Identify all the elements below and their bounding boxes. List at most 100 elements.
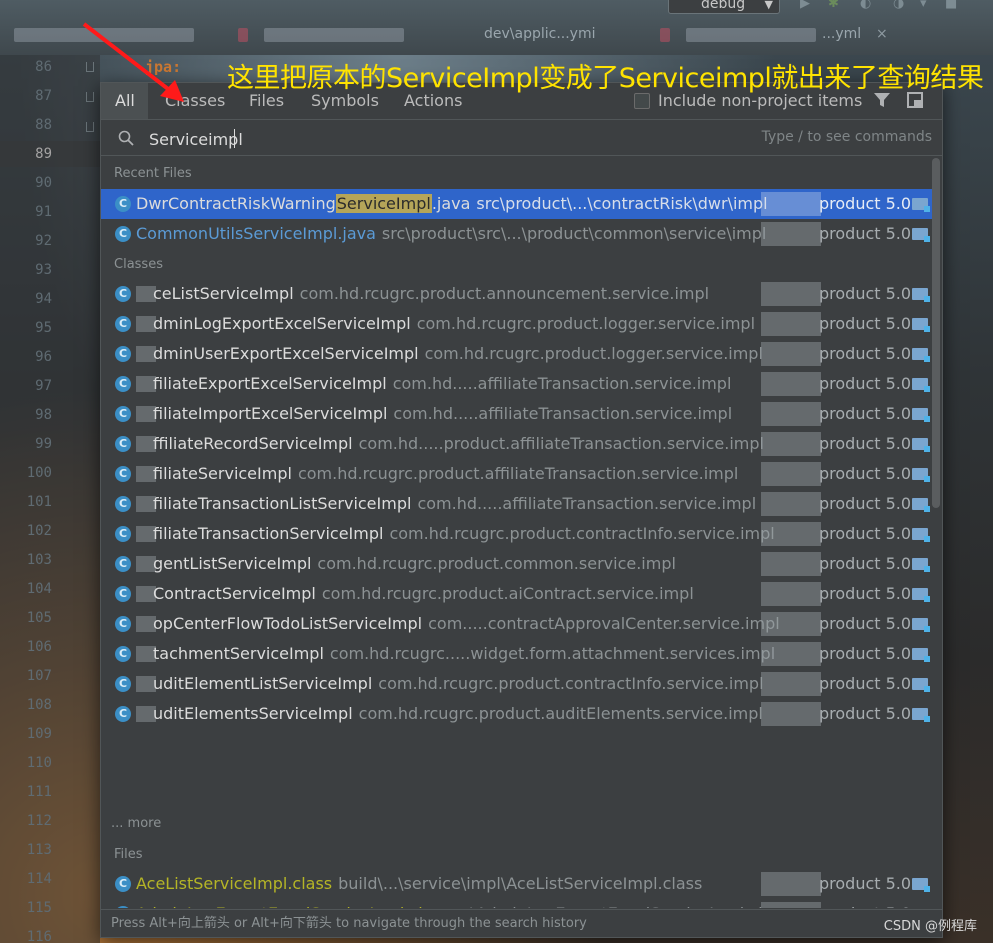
class-icon: C xyxy=(115,906,131,908)
module-icon xyxy=(912,468,930,482)
result-path: com.hd.rcugrc.product.common.service.imp… xyxy=(317,554,676,573)
search-results: Recent Files C DwrContractRiskWarningSer… xyxy=(101,156,932,908)
run-config-select[interactable]: debug ▼ xyxy=(668,0,780,14)
result-name: tachmentServiceImpl com.hd.rcugrc.....wid… xyxy=(153,639,775,669)
annotation-text: 这里把原本的ServiceImpl变成了Serviceimpl就出来了查询结果 xyxy=(227,63,984,94)
result-path: com.hd.rcugrc.product.auditElements.serv… xyxy=(358,704,763,723)
result-class-name: ffiliateRecordServiceImpl xyxy=(153,434,353,453)
list-item[interactable]: CdminLogExportExcelServiceImpl com.hd.rcu… xyxy=(101,309,932,339)
redacted-region xyxy=(761,372,821,396)
result-file-name: AceListServiceImpl.class xyxy=(136,874,333,893)
list-item[interactable]: CfiliateImportExcelServiceImpl com.hd....… xyxy=(101,399,932,429)
module-icon xyxy=(912,648,930,662)
result-module: product 5.0 xyxy=(819,404,912,423)
redacted-region xyxy=(761,902,821,908)
list-item[interactable]: C AceListServiceImpl.class build\...\servi… xyxy=(101,869,932,899)
list-item[interactable]: CgentListServiceImpl com.hd.rcugrc.produc… xyxy=(101,549,932,579)
list-item[interactable]: C AdminLogExportExcelServiceImpl.class...… xyxy=(101,899,932,908)
redacted-region xyxy=(761,342,821,366)
result-module: product 5.0 xyxy=(819,494,912,513)
list-item[interactable]: CfiliateServiceImpl com.hd.rcugrc.product… xyxy=(101,459,932,489)
list-item[interactable]: CceListServiceImpl com.hd.rcugrc.product.… xyxy=(101,279,932,309)
profile-icon[interactable]: ◑ xyxy=(893,0,907,11)
list-item[interactable]: CffiliateRecordServiceImpl com.hd.....pro… xyxy=(101,429,932,459)
list-item[interactable]: CuditElementsServiceImpl com.hd.rcugrc.pr… xyxy=(101,699,932,729)
result-name: gentListServiceImpl com.hd.rcugrc.product… xyxy=(153,549,676,579)
line-number: 108 xyxy=(26,697,52,713)
results-scrollbar[interactable] xyxy=(932,158,940,508)
run-config-label: debug xyxy=(701,0,746,12)
line-number: 110 xyxy=(26,755,52,771)
list-item[interactable]: C DwrContractRiskWarningServiceImpl.java… xyxy=(101,189,932,219)
module-icon xyxy=(912,878,930,892)
list-item[interactable]: CdminUserExportExcelServiceImpl com.hd.rc… xyxy=(101,339,932,369)
result-name: filiateExportExcelServiceImpl com.hd.....… xyxy=(153,369,731,399)
redacted-region xyxy=(761,872,821,896)
more-run-icon[interactable]: ▾ xyxy=(920,0,934,11)
result-module: product 5.0 xyxy=(819,464,912,483)
result-class-name: filiateServiceImpl xyxy=(153,464,292,483)
line-number: 116 xyxy=(26,929,52,943)
module-icon xyxy=(912,558,930,572)
line-number: 91 xyxy=(35,204,52,220)
result-module: product 5.0 xyxy=(819,614,912,633)
list-item[interactable]: CfiliateTransactionServiceImpl com.hd.rcu… xyxy=(101,519,932,549)
module-icon xyxy=(912,318,930,332)
result-path: com.hd.....affiliateTransaction.service.… xyxy=(393,404,733,423)
list-item[interactable]: CfiliateTransactionListServiceImpl com.hd… xyxy=(101,489,932,519)
blurred-tab xyxy=(686,28,816,42)
line-number: 106 xyxy=(26,639,52,655)
result-module: product 5.0 xyxy=(819,374,912,393)
class-icon: C xyxy=(115,616,131,632)
result-name: CommonUtilsServiceImpl.java src\product\s… xyxy=(136,219,766,249)
list-item[interactable]: CopCenterFlowTodoListServiceImpl com.....… xyxy=(101,609,932,639)
result-class-name: opCenterFlowTodoListServiceImpl xyxy=(153,614,423,633)
result-match-highlight: ServiceImpl xyxy=(335,194,432,213)
line-number: 109 xyxy=(26,726,52,742)
result-class-name: dminUserExportExcelServiceImpl xyxy=(153,344,419,363)
run-icon[interactable]: ▶ xyxy=(800,0,814,11)
result-name: ffiliateRecordServiceImpl com.hd.....prod… xyxy=(153,429,764,459)
list-item[interactable]: CtachmentServiceImpl com.hd.rcugrc.....wi… xyxy=(101,639,932,669)
line-number: 107 xyxy=(26,668,52,684)
blurred-tab xyxy=(660,28,670,42)
watermark: CSDN @例程库 xyxy=(883,919,977,934)
text-caret xyxy=(234,129,235,148)
list-item[interactable]: CuditElementListServiceImpl com.hd.rcugrc… xyxy=(101,669,932,699)
redacted-region xyxy=(761,612,821,636)
result-path: ...\AdminLogExportExcelServiceImpl.class xyxy=(449,904,789,908)
module-icon xyxy=(912,198,930,212)
result-class-name: filiateTransactionListServiceImpl xyxy=(153,494,412,513)
debug-icon[interactable]: ✱ xyxy=(828,0,842,11)
red-arrow-annotation xyxy=(82,22,184,102)
result-class-name: uditElementListServiceImpl xyxy=(153,674,373,693)
redacted-region xyxy=(761,432,821,456)
list-item[interactable]: CfiliateExportExcelServiceImpl com.hd....… xyxy=(101,369,932,399)
coverage-icon[interactable]: ◐ xyxy=(860,0,874,11)
result-module: product 5.0 xyxy=(819,314,912,333)
line-number: 98 xyxy=(35,407,52,423)
editor-tab-label[interactable]: dev\applic...ymi xyxy=(484,26,596,42)
result-module: product 5.0 xyxy=(819,524,912,543)
module-icon xyxy=(912,678,930,692)
fold-icon[interactable] xyxy=(86,122,94,132)
class-icon: C xyxy=(115,196,131,212)
editor-tab-label-right[interactable]: ...yml xyxy=(822,26,861,42)
class-icon: C xyxy=(115,346,131,362)
section-header-files: Files xyxy=(114,847,143,862)
section-header-recent-files: Recent Files xyxy=(114,166,192,181)
list-item[interactable]: C ContractServiceImpl com.hd.rcugrc.produc… xyxy=(101,579,932,609)
result-name: dminUserExportExcelServiceImpl com.hd.rcu… xyxy=(153,339,763,369)
result-class-name: tachmentServiceImpl xyxy=(153,644,324,663)
list-item[interactable]: C CommonUtilsServiceImpl.java src\product… xyxy=(101,219,932,249)
close-icon[interactable]: × xyxy=(876,26,888,42)
more-results-link[interactable]: ... more xyxy=(111,816,161,831)
search-input[interactable] xyxy=(149,128,649,150)
redacted-region xyxy=(761,192,821,216)
result-class-name: dminLogExportExcelServiceImpl xyxy=(153,314,411,333)
class-icon: C xyxy=(115,556,131,572)
result-name: DwrContractRiskWarningServiceImpl.java sr… xyxy=(136,189,768,219)
line-number: 114 xyxy=(26,871,52,887)
class-icon: C xyxy=(115,466,131,482)
stop-icon[interactable]: ■ xyxy=(945,0,959,11)
